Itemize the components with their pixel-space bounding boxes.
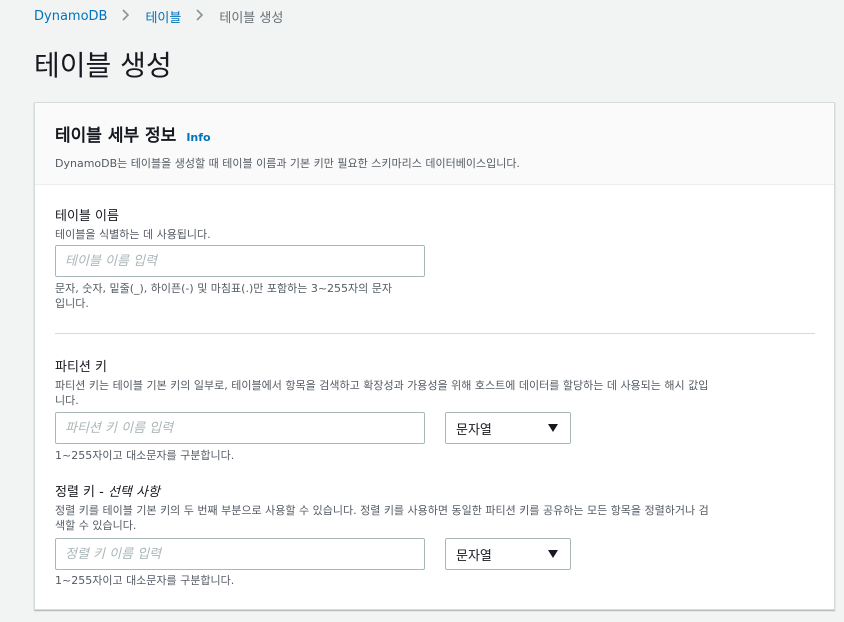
info-link[interactable]: Info: [186, 131, 210, 144]
partition-key-constraint-group: 1~255자이고 대소문자를 구분합니다.: [55, 448, 234, 463]
section-divider: [55, 333, 815, 334]
chevron-right-icon: [193, 8, 207, 25]
page-title: 테이블 생성: [34, 49, 172, 82]
partition-key-description-line2: 니다.: [55, 394, 79, 407]
breadcrumb-current: 테이블 생성: [219, 11, 284, 26]
table-name-input[interactable]: [55, 245, 425, 277]
breadcrumb-dynamodb-link[interactable]: DynamoDB: [34, 9, 107, 24]
sort-key-description-line1: 정렬 키를 테이블 기본 키의 두 번째 부분으로 사용할 수 있습니다. 정렬…: [55, 504, 709, 517]
sort-key-optional-label: 선택 사항: [107, 485, 160, 500]
sort-key-label: 정렬 키 - 선택 사항: [55, 481, 709, 500]
chevron-right-icon: [119, 8, 133, 25]
panel-title-row: 테이블 세부 정보 Info: [55, 121, 814, 146]
table-name-label-group: 테이블 이름 테이블을 식별하는 데 사용됩니다.: [55, 205, 211, 242]
breadcrumb: DynamoDB 테이블 테이블 생성: [34, 7, 283, 26]
panel-title: 테이블 세부 정보: [55, 126, 177, 146]
sort-key-type-value: 문자열: [456, 548, 492, 564]
caret-down-icon: [548, 424, 558, 432]
partition-key-constraint: 1~255자이고 대소문자를 구분합니다.: [55, 449, 235, 462]
partition-key-label: 파티션 키: [55, 360, 107, 375]
table-name-constraint-line1: 문자, 숫자, 밑줄(_), 하이픈(-) 및 마침표(.)만 포함하는 3~2…: [55, 282, 393, 295]
sort-key-type-select[interactable]: 문자열: [445, 538, 571, 570]
partition-key-label-group: 파티션 키 파티션 키는 테이블 기본 키의 일부로, 테이블에서 항목을 검색…: [55, 356, 708, 408]
partition-key-description-line1: 파티션 키는 테이블 기본 키의 일부로, 테이블에서 항목을 검색하고 확장성…: [55, 379, 709, 392]
partition-key-type-value: 문자열: [456, 422, 492, 438]
sort-key-label-text: 정렬 키 -: [55, 485, 108, 500]
table-name-constraint: 문자, 숫자, 밑줄(_), 하이픈(-) 및 마침표(.)만 포함하는 3~2…: [55, 281, 392, 311]
sort-key-constraint-group: 1~255자이고 대소문자를 구분합니다.: [55, 573, 234, 588]
sort-key-constraint: 1~255자이고 대소문자를 구분합니다.: [55, 574, 235, 587]
sort-key-input[interactable]: [55, 538, 425, 570]
panel-header: 테이블 세부 정보 Info DynamoDB는 테이블을 생성할 때 테이블 …: [35, 103, 834, 185]
caret-down-icon: [548, 550, 558, 558]
partition-key-type-select[interactable]: 문자열: [445, 412, 571, 444]
table-name-label: 테이블 이름: [55, 209, 119, 224]
table-name-constraint-line2: 입니다.: [55, 297, 89, 310]
partition-key-input[interactable]: [55, 412, 425, 444]
table-name-description: 테이블을 식별하는 데 사용됩니다.: [55, 228, 211, 241]
breadcrumb-tables-link[interactable]: 테이블: [145, 7, 181, 26]
sort-key-description-line2: 색할 수 있습니다.: [55, 519, 137, 532]
sort-key-label-group: 정렬 키 - 선택 사항 정렬 키를 테이블 기본 키의 두 번째 부분으로 사…: [55, 481, 709, 533]
panel-description: DynamoDB는 테이블을 생성할 때 테이블 이름과 기본 키만 필요한 스…: [55, 157, 520, 170]
table-details-panel: 테이블 세부 정보 Info DynamoDB는 테이블을 생성할 때 테이블 …: [34, 102, 835, 610]
